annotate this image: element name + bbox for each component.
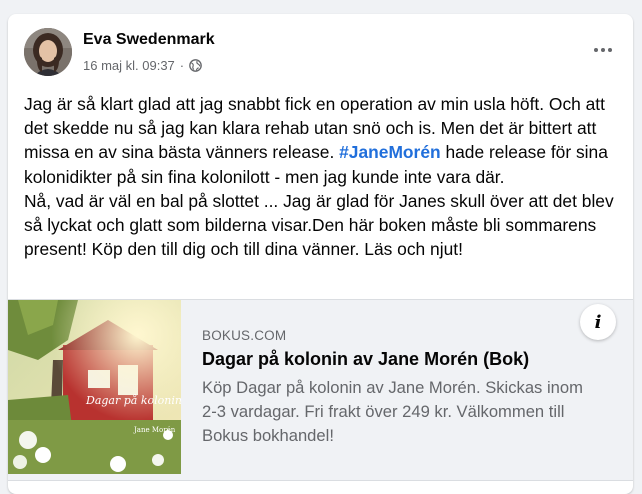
globe-icon[interactable] bbox=[189, 59, 202, 72]
link-text: BOKUS.COM Dagar på kolonin av Jane Morén… bbox=[202, 328, 602, 448]
book-cover-image[interactable]: Dagar på kolonin Jane Morén bbox=[8, 300, 181, 474]
link-description: Köp Dagar på kolonin av Jane Morén. Skic… bbox=[202, 378, 583, 445]
author-name[interactable]: Eva Swedenmark bbox=[83, 31, 215, 49]
author-avatar[interactable] bbox=[24, 28, 72, 76]
post-paragraph-1: Jag är så klart glad att jag snabbt fick… bbox=[24, 94, 608, 187]
link-title[interactable]: Dagar på kolonin av Jane Morén (Bok) bbox=[202, 349, 602, 370]
info-icon[interactable]: i bbox=[580, 304, 616, 340]
more-options-icon[interactable] bbox=[587, 38, 619, 62]
link-preview[interactable]: Dagar på kolonin Jane Morén BOKUS.COM Da… bbox=[8, 299, 633, 481]
link-domain: BOKUS.COM bbox=[202, 328, 287, 343]
post-timestamp[interactable]: 16 maj kl. 09:37 bbox=[83, 58, 175, 73]
cover-title: Dagar på kolonin bbox=[85, 394, 181, 407]
post-paragraph-2: Nå, vad är väl en bal på slottet ... Jag… bbox=[24, 190, 614, 260]
hashtag-link[interactable]: #JaneMorén bbox=[339, 142, 440, 162]
meta-separator: · bbox=[179, 58, 185, 73]
post-text: Jag är så klart glad att jag snabbt fick… bbox=[24, 92, 620, 261]
cover-author: Jane Morén bbox=[133, 426, 176, 434]
post-meta: 16 maj kl. 09:37 · bbox=[83, 58, 202, 73]
post-card: Eva Swedenmark 16 maj kl. 09:37 · Jag är… bbox=[8, 14, 633, 494]
